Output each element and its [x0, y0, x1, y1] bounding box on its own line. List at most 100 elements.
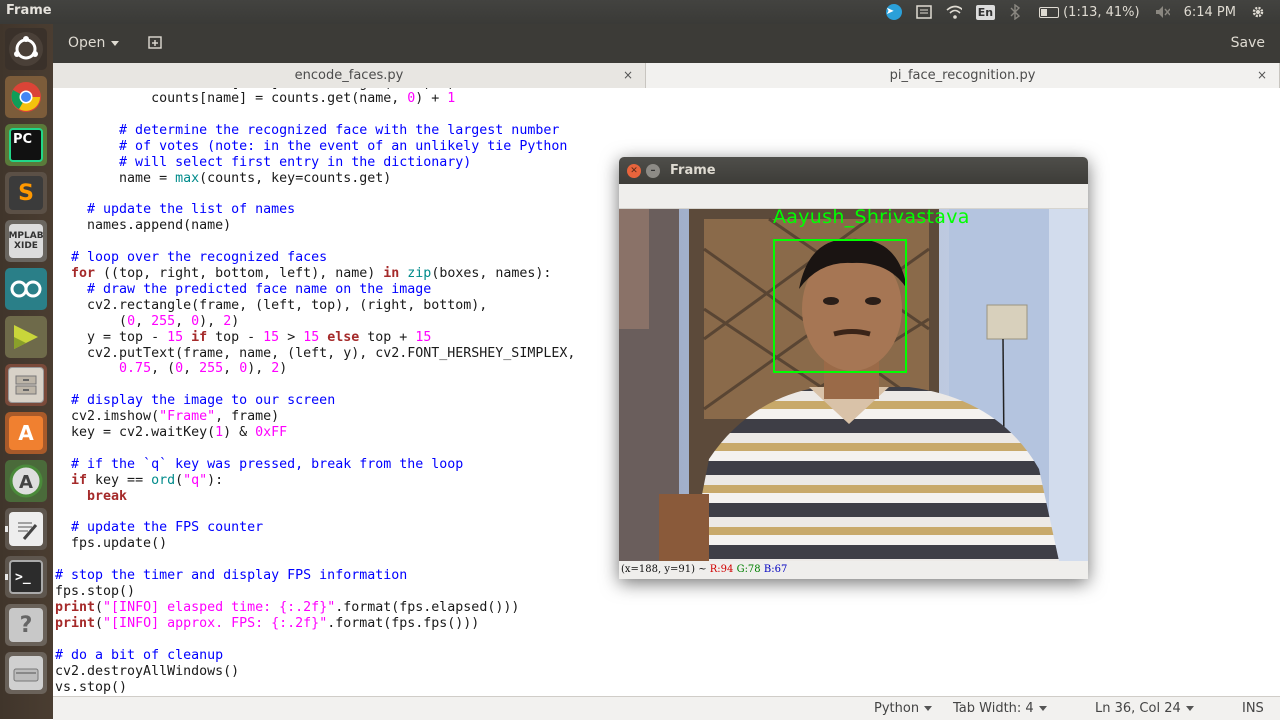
new-document-icon	[148, 36, 162, 49]
insert-mode[interactable]: INS	[1242, 701, 1264, 716]
file-cabinet-icon	[8, 367, 44, 403]
terminal-launcher[interactable]: >_	[5, 556, 47, 598]
tab-width-selector[interactable]: Tab Width: 4	[953, 701, 1047, 716]
tab-width-label: Tab Width: 4	[953, 701, 1034, 716]
cursor-position[interactable]: Ln 36, Col 24	[1095, 701, 1194, 716]
code-line: # do a bit of cleanup	[55, 647, 224, 663]
drive-icon	[9, 656, 43, 690]
code-line: # update the FPS counter	[71, 520, 264, 536]
launcher: PC S MPLAB XIDE A A >_ ?	[0, 24, 53, 719]
file-manager-launcher[interactable]	[5, 364, 47, 406]
help-icon: ?	[9, 608, 43, 642]
pixel-red: R:94	[709, 564, 734, 575]
code-line: for ((top, right, bottom, left), name) i…	[71, 265, 552, 281]
code-line: cv2.putText(frame, name, (left, y), cv2.…	[55, 345, 576, 361]
minimize-window-button[interactable]: –	[646, 164, 660, 178]
svg-text:A: A	[19, 472, 33, 493]
sublime-launcher[interactable]: S	[5, 172, 47, 214]
webcam-frame-svg	[619, 209, 1088, 562]
code-line: names.append(name)	[55, 218, 232, 234]
frame-title: Frame	[670, 163, 716, 178]
messaging-menu-icon[interactable]	[916, 4, 932, 20]
face-label: Aayush_Shrivastava	[773, 206, 970, 228]
code-line: # draw the predicted face name on the im…	[87, 281, 432, 297]
xilinx-launcher[interactable]	[5, 316, 47, 358]
open-label: Open	[68, 35, 106, 51]
indicator-area: ➤ En (1:13, 41%) 6:14 PM	[885, 0, 1280, 24]
mplab-launcher[interactable]: MPLAB XIDE	[5, 220, 47, 262]
ubuntu-dash-button[interactable]	[5, 28, 47, 70]
tab-bar: encode_faces.py × pi_face_recognition.py…	[53, 63, 1280, 89]
code-line: # of votes (note: in the event of an unl…	[119, 138, 568, 154]
tab-label: pi_face_recognition.py	[889, 68, 1036, 83]
code-line: # stop the timer and display FPS informa…	[55, 568, 408, 584]
wifi-icon[interactable]	[946, 4, 962, 20]
arduino-icon	[10, 280, 42, 298]
help-launcher[interactable]: ?	[5, 604, 47, 646]
arduino-launcher[interactable]	[5, 268, 47, 310]
code-line: vs.stop()	[55, 679, 128, 695]
code-line: fps.update()	[55, 536, 168, 552]
open-button[interactable]: Open	[68, 35, 120, 51]
save-button[interactable]: Save	[1231, 35, 1265, 51]
new-document-button[interactable]	[147, 34, 165, 52]
software-center-icon: A	[9, 416, 43, 450]
mplab-xide-icon: MPLAB XIDE	[8, 224, 44, 258]
source-code[interactable]: counts[name] = counts.get(name, 0) + 1 #…	[55, 91, 575, 695]
opencv-frame-window[interactable]: ✕ – Frame Aayush_Shrivastava (x=188, y=9…	[619, 157, 1088, 579]
language-selector[interactable]: Python	[874, 701, 933, 716]
code-line: print("[INFO] elasped time: {:.2f}".form…	[55, 600, 520, 615]
code-line: key = cv2.waitKey(1) & 0xFF	[55, 425, 288, 441]
bluetooth-icon[interactable]	[1009, 4, 1025, 20]
editor-toolbar: Open Save	[53, 24, 1280, 63]
code-line: break	[87, 488, 128, 504]
drive-launcher[interactable]	[5, 652, 47, 694]
telegram-icon[interactable]: ➤	[885, 4, 902, 20]
battery-icon	[1039, 6, 1060, 18]
tab-encode-faces[interactable]: encode_faces.py ×	[53, 63, 646, 88]
volume-muted-icon[interactable]	[1154, 4, 1170, 20]
code-line: 0.75, (0, 255, 0), 2)	[119, 361, 288, 377]
status-bar: Python Tab Width: 4 Ln 36, Col 24 INS	[53, 696, 1280, 720]
language-label: Python	[874, 701, 920, 716]
frame-title-bar[interactable]: ✕ – Frame	[619, 157, 1088, 184]
code-line: fps.stop()	[55, 584, 136, 600]
cursor-position-label: Ln 36, Col 24	[1095, 701, 1181, 716]
sublime-icon: S	[9, 176, 43, 210]
chevron-down-icon	[1185, 706, 1194, 711]
keyboard-layout-indicator[interactable]: En	[975, 4, 996, 20]
text-editor-launcher[interactable]	[5, 508, 47, 550]
running-indicator	[5, 574, 8, 580]
close-icon[interactable]: ×	[623, 63, 633, 88]
pixel-info-bar: (x=188, y=91) ~ R:94 G:78 B:67	[619, 561, 1088, 579]
chrome-launcher[interactable]	[5, 76, 47, 118]
tab-label: encode_faces.py	[294, 68, 404, 83]
chrome-icon	[11, 82, 41, 112]
clock[interactable]: 6:14 PM	[1184, 5, 1236, 20]
webcam-image[interactable]: Aayush_Shrivastava	[619, 206, 1088, 562]
top-panel: Frame ➤ En (1:13, 41%) 6:14 PM	[0, 0, 1280, 24]
pycharm-icon: PC	[9, 128, 43, 162]
software-updater-launcher[interactable]: A	[5, 460, 47, 502]
code-line: # display the image to our screen	[71, 393, 336, 409]
code-line: cv2.imshow("Frame", frame)	[55, 409, 280, 425]
gear-icon[interactable]	[1250, 4, 1266, 20]
code-line: # update the list of names	[87, 202, 296, 218]
pycharm-launcher[interactable]: PC	[5, 124, 47, 166]
close-window-button[interactable]: ✕	[627, 164, 641, 178]
code-line: # if the `q` key was pressed, break from…	[71, 456, 464, 472]
battery-indicator[interactable]: (1:13, 41%)	[1039, 5, 1140, 20]
close-icon[interactable]: ×	[1257, 63, 1267, 88]
code-line: # will select first entry in the diction…	[119, 154, 472, 170]
software-center-launcher[interactable]: A	[5, 412, 47, 454]
code-line: (0, 255, 0), 2)	[55, 313, 240, 329]
text-editor-icon	[9, 512, 43, 546]
code-line: counts[name] = counts.get(name, 0) + 1	[55, 91, 456, 106]
code-line: cv2.rectangle(frame, (left, top), (right…	[55, 297, 488, 313]
code-line: print("[INFO] approx. FPS: {:.2f}".forma…	[55, 615, 480, 631]
code-line: name = max(counts, key=counts.get)	[55, 170, 392, 186]
software-updater-icon: A	[9, 464, 43, 498]
tab-pi-face-recognition[interactable]: pi_face_recognition.py ×	[646, 63, 1280, 88]
pixel-coords: (x=188, y=91) ~	[621, 564, 707, 575]
code-line: cv2.destroyAllWindows()	[55, 663, 240, 679]
